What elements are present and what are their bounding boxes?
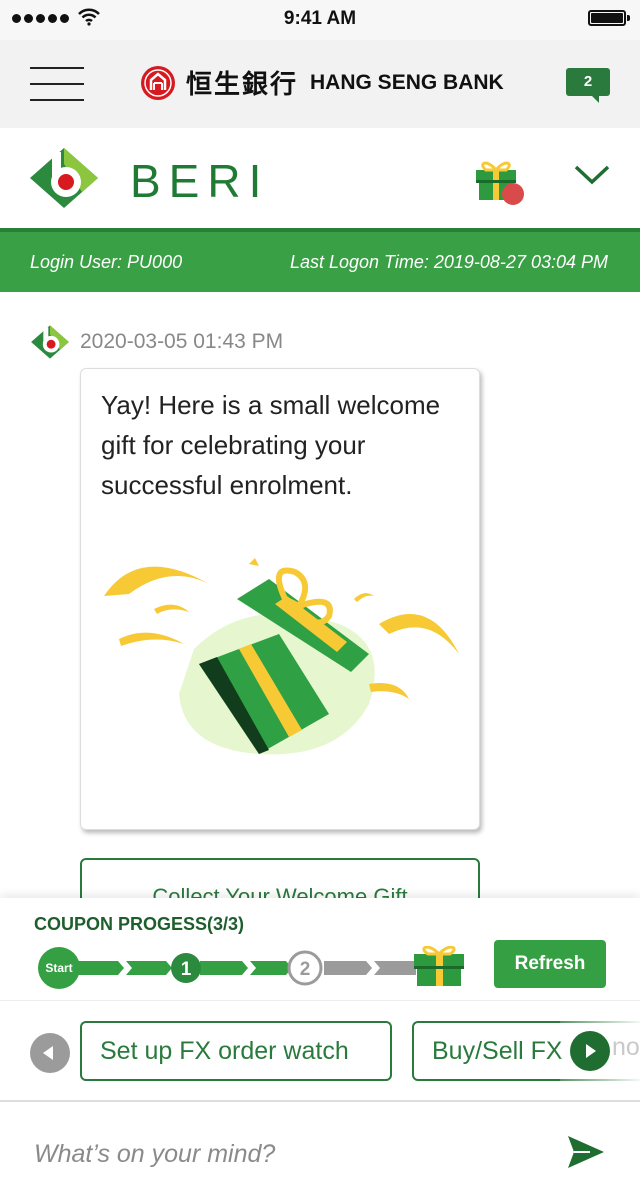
messages-badge[interactable]: 2	[566, 68, 610, 103]
chat-bubble: Yay! Here is a small welcome gift for ce…	[80, 368, 480, 830]
progress-segment-2	[200, 961, 292, 975]
progress-segment-1	[78, 961, 172, 975]
bank-header: 恒生銀行 HANG SENG BANK 2	[0, 40, 640, 128]
bank-name-chinese: 恒生銀行	[186, 70, 299, 100]
menu-button[interactable]	[30, 67, 84, 101]
chip-fx-order-watch[interactable]: Set up FX order watch	[80, 1021, 392, 1081]
message-timestamp: 2020-03-05 01:43 PM	[80, 330, 284, 353]
beri-avatar-icon	[31, 325, 69, 359]
open-gift-illustration	[104, 558, 459, 755]
beri-header: BERI	[0, 128, 640, 228]
login-user: Login User: PU000	[30, 252, 183, 272]
message-input[interactable]	[34, 1132, 534, 1176]
chip-overflow-text: nou	[612, 1033, 640, 1061]
chevron-down-icon[interactable]	[572, 162, 612, 188]
battery-icon	[588, 10, 630, 26]
progress-step-2: 2	[300, 959, 311, 980]
reward-gift-icon	[414, 946, 464, 986]
status-bar: 9:41 AM	[0, 0, 640, 40]
clock: 9:41 AM	[283, 8, 357, 29]
login-info-bar: Login User: PU000 Last Logon Time: 2019-…	[0, 228, 640, 292]
gift-notification-icon[interactable]	[472, 154, 528, 206]
chat-message-header: 2020-03-05 01:43 PM	[30, 322, 283, 362]
progress-segment-3	[324, 961, 416, 975]
beri-title: BERI	[130, 155, 270, 207]
coupon-progress-title: COUPON PROGESS(3/3)	[34, 914, 245, 934]
scroll-left-button[interactable]	[30, 1033, 70, 1073]
bank-logo: 恒生銀行 HANG SENG BANK	[140, 64, 504, 101]
coupon-progress-tracker: Start 1 2	[38, 946, 464, 989]
chat-message-text: Yay! Here is a small welcome gift for ce…	[101, 390, 441, 500]
scroll-right-button[interactable]	[570, 1031, 610, 1071]
send-icon[interactable]	[566, 1134, 606, 1170]
bank-name-english: HANG SENG BANK	[310, 70, 504, 94]
refresh-button[interactable]: Refresh	[494, 940, 606, 988]
suggestion-chips: Set up FX order watch Buy/Sell FX nou	[0, 1000, 640, 1100]
beri-logo-icon	[30, 148, 98, 208]
progress-start-label: Start	[45, 961, 72, 975]
hang-seng-emblem-icon	[141, 65, 175, 100]
progress-step-1: 1	[181, 959, 192, 980]
coupon-progress-panel: COUPON PROGESS(3/3) Start 1 2 Refresh	[0, 898, 640, 1000]
last-logon-time: Last Logon Time: 2019-08-27 03:04 PM	[289, 252, 608, 272]
message-composer	[0, 1100, 640, 1200]
